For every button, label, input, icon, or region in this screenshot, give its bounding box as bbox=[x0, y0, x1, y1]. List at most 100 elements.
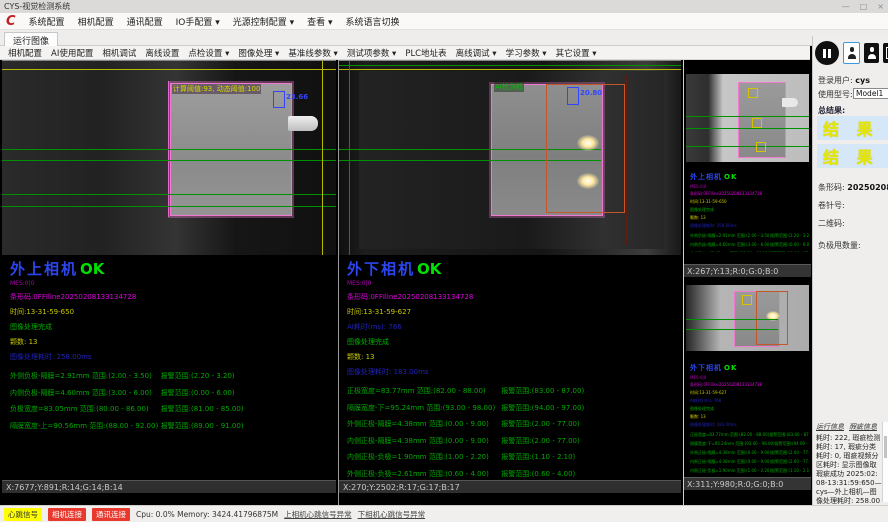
ai-elapsed-line: AI耗时(ms): 766 bbox=[690, 398, 808, 404]
result-box-1: 结 果 bbox=[817, 116, 888, 140]
camera-result-block: 外上相机OK MES:0|0 条形码:0FFIline2025020813313… bbox=[10, 258, 331, 437]
alarm-range: 报警范围:(0.60 - 4.00) bbox=[501, 469, 675, 479]
toolbar-item[interactable]: 基准线参数 ▾ bbox=[288, 47, 337, 59]
camera-status-ok: OK bbox=[724, 173, 737, 181]
measure-box bbox=[273, 91, 285, 108]
toolbar-item[interactable]: 测试项参数 ▾ bbox=[347, 47, 396, 59]
menu-item[interactable]: 相机配置 bbox=[78, 15, 114, 28]
user-mode-button-active[interactable] bbox=[843, 42, 860, 64]
login-user-row: 登录用户: cys bbox=[818, 75, 870, 86]
elapsed-line: 图像处理耗时: 183.00ms bbox=[690, 422, 808, 428]
measurement-value: 隔膜宽度-下=95.24mm 范围:(93.00 - 98.00) bbox=[690, 441, 775, 447]
measure-value: 23.66 bbox=[286, 93, 308, 101]
camera-view-mid[interactable]: 20.80 AI检测框 bbox=[339, 60, 681, 255]
measurement-row: 负极宽度=83.05mm 范围:(80.00 - 86.00)报警范围:(81.… bbox=[690, 251, 808, 252]
toolbar-item[interactable]: 离线调试 ▾ bbox=[456, 47, 497, 59]
menu-item[interactable]: 通讯配置 bbox=[127, 15, 163, 28]
result-box-2: 结 果 bbox=[817, 144, 888, 168]
baseline bbox=[339, 65, 681, 66]
measurement-value: 内侧负极-隔膜=4.60mm 范围:(3.00 - 6.00) bbox=[10, 388, 161, 398]
menu-item[interactable]: IO手配置 ▾ bbox=[176, 15, 220, 28]
measurement-row: 隔膜宽度-下=95.24mm 范围:(93.00 - 98.00)报警范围:(9… bbox=[347, 403, 675, 413]
elapsed-line: 图像处理耗时: 183.00ms bbox=[347, 367, 675, 377]
log-tab[interactable]: 运行信息 bbox=[816, 422, 844, 432]
count-line: 颗数: 13 bbox=[690, 414, 808, 420]
camera-result-title: 外上相机OK bbox=[10, 258, 331, 279]
toolbar-item[interactable]: PLC地址表 bbox=[405, 47, 446, 59]
maximize-button[interactable]: □ bbox=[860, 2, 868, 11]
count-line: 颗数: 13 bbox=[10, 337, 331, 347]
camera-view-left[interactable]: 23.66 计算阈值:93, 动态阈值:100 bbox=[2, 60, 336, 255]
log-scrollbar[interactable] bbox=[882, 422, 888, 502]
barcode-value: 20250208 bbox=[847, 183, 888, 192]
camera-result-block: 外下相机OK MES:0|0 条形码:0FFIline2025020813313… bbox=[690, 355, 808, 475]
measurement-value: 内侧正极-负极=1.90mm 范围:(1.00 - 2.20) bbox=[690, 468, 771, 474]
measurement-value: 内侧正极-负极=1.90mm 范围:(1.00 - 2.20) bbox=[347, 452, 501, 462]
toolbar-item[interactable]: 学习参数 ▾ bbox=[506, 47, 547, 59]
measurement-row: 外侧正极-负极=2.61mm 范围:(0.60 - 4.00)报警范围:(0.6… bbox=[347, 469, 675, 479]
menu-item[interactable]: 系统语言切换 bbox=[346, 15, 400, 28]
camera-status-ok: OK bbox=[80, 260, 104, 278]
menu-item[interactable]: 系统配置 bbox=[29, 15, 65, 28]
barcode-row: 条形码: 20250208 bbox=[818, 182, 888, 193]
process-done-line: 图像处理完成 bbox=[690, 207, 808, 213]
tab-run-image[interactable]: 运行图像 bbox=[4, 32, 58, 46]
measurement-value: 内侧负极-隔膜=4.60mm 范围:(3.00 - 6.00) bbox=[690, 242, 771, 248]
alarm-range: 报警范围:(0.00 - 6.00) bbox=[771, 242, 809, 248]
measurement-row: 隔膜宽度-下=95.24mm 范围:(93.00 - 98.00)报警范围:(9… bbox=[690, 441, 808, 447]
pixel-coords-left: X:7677;Y:891;R:14;G:14;B:14 bbox=[2, 480, 336, 493]
logout-button[interactable] bbox=[883, 43, 888, 63]
measurement-row: 内侧负极-隔膜=4.60mm 范围:(3.00 - 6.00)报警范围:(0.0… bbox=[690, 242, 808, 248]
measurement-row: 负极宽度=83.05mm 范围:(80.00 - 86.00)报警范围:(81.… bbox=[10, 404, 331, 414]
camera-result-block: 外下相机OK MES:0|0 条形码:0FFIline2025020813313… bbox=[347, 258, 675, 485]
ai-elapsed-line: AI耗时(ms): 766 bbox=[347, 322, 675, 332]
alarm-range: 报警范围:(2.00 - 77.00) bbox=[501, 419, 675, 429]
measurement-value: 外侧负极-隔膜=2.91mm 范围:(2.00 - 3.50) bbox=[10, 371, 161, 381]
model-label: 使用型号: bbox=[818, 89, 853, 100]
toolbar-item[interactable]: 离线设置 bbox=[145, 47, 179, 59]
toolbar-item[interactable]: 图像处理 ▾ bbox=[238, 47, 279, 59]
thumbnail-bottom[interactable]: 外下相机OK MES:0|0 条形码:0FFIline2025020813313… bbox=[684, 279, 811, 490]
pause-icon[interactable] bbox=[815, 41, 839, 65]
alarm-range: 报警范围:(2.20 - 3.20) bbox=[161, 371, 331, 381]
baseline-vertical bbox=[349, 61, 350, 255]
minimize-button[interactable]: — bbox=[842, 2, 850, 11]
menu-item[interactable]: 查看 ▾ bbox=[307, 15, 332, 28]
user-mode-button[interactable] bbox=[864, 43, 879, 63]
measurement-rows: 正极宽度=83.77mm 范围:(82.00 - 88.00)报警范围:(83.… bbox=[690, 432, 808, 475]
thumbnail-top[interactable]: 外上相机OK MES:0|0 条形码:0FFIline2025020813313… bbox=[684, 60, 811, 277]
alarm-range: 报警范围:(2.00 - 77.00) bbox=[771, 450, 809, 456]
time-line: 时间:13-31-59-650 bbox=[10, 307, 331, 317]
toolbar-item[interactable]: 相机调试 bbox=[102, 47, 136, 59]
camera-status-ok: OK bbox=[724, 364, 737, 372]
menu-items: 系统配置相机配置通讯配置 IO手配置 ▾ 光源控制配置 ▾ 查看 ▾ 系统语言切换 bbox=[29, 15, 400, 28]
model-select[interactable]: Model1▾ bbox=[853, 88, 888, 99]
toolbar-item[interactable]: 点检设置 ▾ bbox=[188, 47, 229, 59]
alarm-range: 报警范围:(2.00 - 77.00) bbox=[501, 436, 675, 446]
toolbar-item[interactable]: 相机配置 bbox=[8, 47, 42, 59]
measurement-row: 内侧正极-负极=1.90mm 范围:(1.00 - 2.20)报警范围:(1.1… bbox=[347, 452, 675, 462]
heartbeat-warning: 上相机心跳信号异常 bbox=[284, 509, 352, 520]
toolbar: 相机配置 AI使用配置相机调试离线设置点检设置 ▾ 图像处理 ▾ 基准线参数 ▾ 测试项… bbox=[0, 46, 810, 60]
toolbar-item[interactable]: AI使用配置 bbox=[51, 47, 93, 59]
measurement-row: 外侧正极-隔膜=4.38mm 范围:(0.00 - 9.00)报警范围:(2.0… bbox=[690, 450, 808, 456]
toolbar-item[interactable]: 其它设置 ▾ bbox=[556, 47, 597, 59]
light-glow bbox=[577, 173, 599, 189]
pixel-coords-thumb-bottom: X:311;Y:980;R:0;G:0;B:0 bbox=[684, 477, 811, 490]
nozzle bbox=[288, 116, 318, 131]
measurement-rows: 外侧负极-隔膜=2.91mm 范围:(2.00 - 3.50)报警范围:(2.2… bbox=[690, 233, 808, 252]
alarm-range: 报警范围:(81.00 - 85.00) bbox=[161, 404, 331, 414]
alarm-range: 报警范围:(2.20 - 3.20) bbox=[771, 233, 809, 239]
close-button[interactable]: × bbox=[877, 2, 884, 11]
process-done-line: 图像处理完成 bbox=[10, 322, 331, 332]
alarm-range: 报警范围:(83.00 - 87.00) bbox=[769, 432, 809, 438]
user-icon bbox=[867, 47, 877, 59]
baseline bbox=[2, 206, 336, 207]
menu-item[interactable]: 光源控制配置 ▾ bbox=[233, 15, 294, 28]
process-done-line: 图像处理完成 bbox=[690, 406, 808, 412]
alarm-range: 报警范围:(83.00 - 87.00) bbox=[501, 386, 675, 396]
log-tab[interactable]: 瑕疵信息 bbox=[849, 422, 877, 432]
alarm-range: 报警范围:(94.00 - 97.00) bbox=[501, 403, 675, 413]
alarm-range: 报警范围:(94.00 - 97.00) bbox=[775, 441, 809, 447]
total-result-label: 总结果: bbox=[818, 105, 845, 116]
